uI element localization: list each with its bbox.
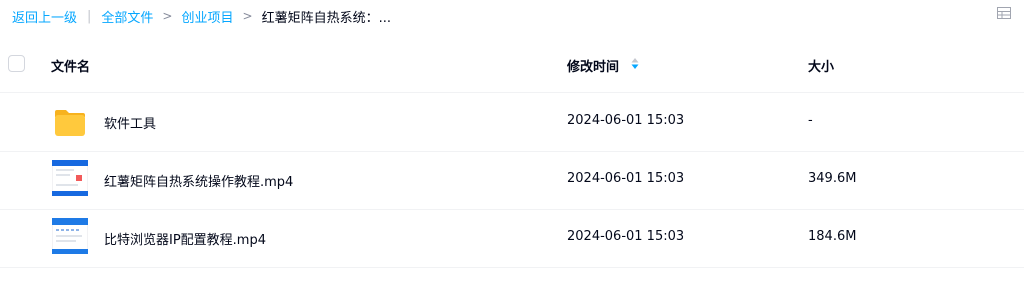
file-browser: 返回上一级 | 全部文件 > 创业项目 > 红薯矩阵自热系统：... 文件名 修… (0, 0, 1024, 282)
table-row[interactable]: 比特浏览器IP配置教程.mp4 2024-06-01 15:03 184.6M (0, 209, 1024, 268)
table-row[interactable]: 软件工具 2024-06-01 15:03 - (0, 93, 1024, 152)
breadcrumb-all-files[interactable]: 全部文件 (101, 7, 153, 26)
table-row[interactable]: 红薯矩阵自热系统操作教程.mp4 2024-06-01 15:03 349.6M (0, 151, 1024, 210)
column-header-time[interactable]: 修改时间 (567, 56, 619, 75)
file-modified-time: 2024-06-01 15:03 (567, 229, 685, 244)
breadcrumb-project[interactable]: 创业项目 (181, 7, 233, 26)
video-thumbnail-icon (52, 218, 88, 254)
sort-icon[interactable] (630, 56, 640, 72)
column-header-name[interactable]: 文件名 (51, 56, 90, 75)
file-size: 184.6M (808, 229, 857, 244)
file-modified-time: 2024-06-01 15:03 (567, 171, 685, 186)
file-name[interactable]: 比特浏览器IP配置教程.mp4 (104, 229, 266, 248)
video-thumbnail-icon (52, 160, 88, 196)
chevron-right-icon: > (242, 9, 253, 23)
folder-icon (55, 110, 85, 136)
breadcrumb: 返回上一级 | 全部文件 > 创业项目 > 红薯矩阵自热系统：... (12, 6, 391, 26)
chevron-right-icon: > (162, 9, 173, 23)
back-link[interactable]: 返回上一级 (12, 7, 77, 26)
file-size: - (808, 113, 813, 128)
select-all-checkbox[interactable] (8, 55, 25, 72)
breadcrumb-divider: | (87, 8, 92, 24)
list-view-icon[interactable] (997, 7, 1011, 19)
file-modified-time: 2024-06-01 15:03 (567, 113, 685, 128)
file-name[interactable]: 软件工具 (104, 113, 156, 132)
file-name[interactable]: 红薯矩阵自热系统操作教程.mp4 (104, 171, 293, 190)
breadcrumb-current: 红薯矩阵自热系统：... (261, 10, 391, 26)
file-size: 349.6M (808, 171, 857, 186)
column-header-size: 大小 (808, 60, 835, 75)
